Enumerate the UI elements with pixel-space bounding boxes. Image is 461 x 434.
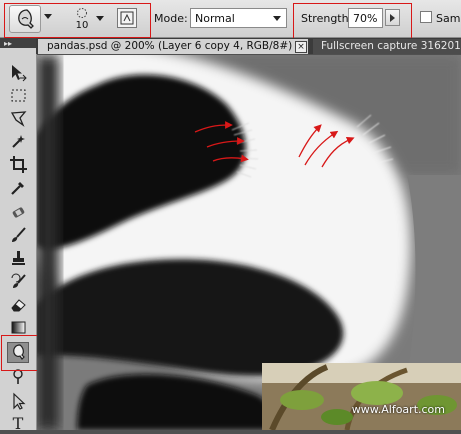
mode-selected-value: Normal xyxy=(195,12,235,25)
tab-fullscreen-capture[interactable]: Fullscreen capture 3162014 xyxy=(313,39,461,54)
eraser-tool[interactable] xyxy=(7,294,29,315)
sample-all-layers-checkbox[interactable] xyxy=(420,11,432,23)
chevron-down-icon xyxy=(273,16,281,21)
history-brush-tool[interactable] xyxy=(7,271,29,292)
tab-pandas-psd[interactable]: pandas.psd @ 200% (Layer 6 copy 4, RGB/8… xyxy=(38,39,308,54)
lasso-tool-icon xyxy=(10,111,26,127)
toolbox-header: ▸▸ xyxy=(0,38,36,48)
document-canvas[interactable]: www.Alfoart.com xyxy=(37,55,461,430)
eyedropper-tool[interactable] xyxy=(7,177,29,198)
annotation-box-strength xyxy=(293,3,412,39)
clone-stamp-tool[interactable] xyxy=(7,248,29,269)
watermark-text: www.Alfoart.com xyxy=(351,403,445,416)
panda-artwork xyxy=(37,55,461,430)
quick-select-tool-icon xyxy=(11,135,25,148)
tab-label: pandas.psd @ 200% (Layer 6 copy 4, RGB/8… xyxy=(47,40,301,52)
document-tabs: pandas.psd @ 200% (Layer 6 copy 4, RGB/8… xyxy=(36,38,461,54)
mode-select[interactable]: Normal xyxy=(190,8,287,28)
lasso-tool[interactable] xyxy=(7,108,29,129)
healing-brush-tool[interactable] xyxy=(7,202,29,223)
type-tool-icon: T xyxy=(12,414,24,433)
type-tool[interactable]: T xyxy=(7,413,29,434)
expand-panel-icon[interactable]: ▸▸ xyxy=(4,39,12,48)
toolbox: ▸▸ T xyxy=(0,38,37,433)
sample-all-layers-label: Sampl xyxy=(436,12,461,25)
marquee-tool-icon xyxy=(11,89,25,102)
close-icon[interactable]: × xyxy=(295,41,307,53)
mode-label: Mode: xyxy=(154,12,188,25)
annotation-box-tool-settings xyxy=(4,3,151,38)
annotation-box-active-tool xyxy=(1,335,41,371)
eyedropper-tool-icon xyxy=(10,182,24,195)
path-select-tool-icon xyxy=(12,392,26,410)
history-brush-tool-icon xyxy=(11,273,26,288)
marquee-tool[interactable] xyxy=(7,85,29,106)
move-tool-icon xyxy=(11,65,27,82)
brush-tool[interactable] xyxy=(7,225,29,246)
quick-select-tool[interactable] xyxy=(7,131,29,152)
eraser-tool-icon xyxy=(10,299,26,312)
path-select-tool[interactable] xyxy=(7,391,29,412)
tab-label: Fullscreen capture 3162014 xyxy=(321,40,461,52)
move-tool[interactable] xyxy=(7,62,29,83)
clone-stamp-tool-icon xyxy=(11,251,25,265)
crop-tool-icon xyxy=(9,156,27,173)
crop-tool[interactable] xyxy=(7,154,29,175)
brush-tool-icon xyxy=(11,227,26,242)
healing-brush-tool-icon xyxy=(12,207,24,218)
